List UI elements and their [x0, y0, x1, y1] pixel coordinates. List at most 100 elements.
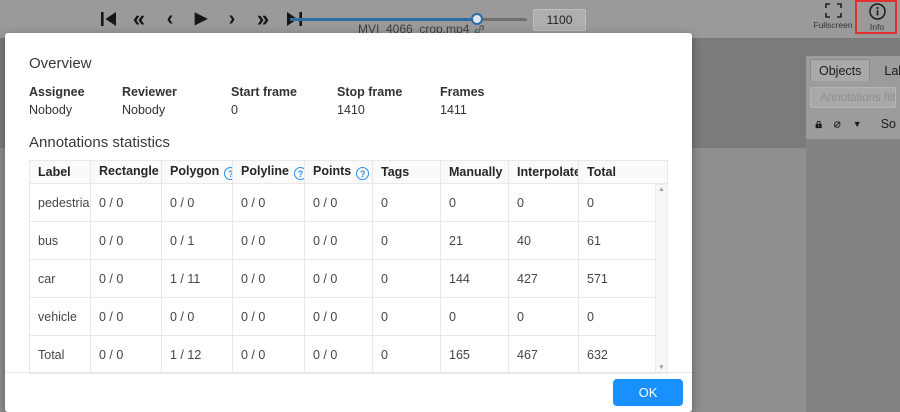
table-cell: 1 / 11: [161, 259, 233, 298]
ok-button[interactable]: OK: [613, 379, 683, 406]
table-cell: 0 / 0: [161, 297, 233, 336]
table-cell: 0 / 0: [161, 183, 233, 222]
overview-field: Start frame 0: [231, 85, 337, 117]
column-header-label: Rectangle: [99, 163, 159, 178]
next-frame-button[interactable]: ›: [222, 6, 242, 32]
overview-field: Frames 1411: [440, 85, 560, 117]
table-cell: 21: [440, 221, 509, 260]
slider-fill: [290, 18, 478, 21]
tab-labels[interactable]: Labels: [870, 60, 900, 81]
table-cell: 0: [440, 183, 509, 222]
table-cell: 0 / 0: [90, 297, 162, 336]
fullscreen-icon: [824, 3, 842, 18]
sidebar-toolbar: ▼ So: [810, 117, 896, 131]
objects-sidebar: Objects Labels Annotations filter ▼ So: [806, 38, 900, 412]
table-row: car 0 / 01 / 11 0 / 00 / 0 0 144 427 571: [29, 259, 668, 298]
table-cell: 0 / 0: [232, 183, 305, 222]
forward-jump-button[interactable]: »: [253, 6, 273, 32]
table-cell: 0: [372, 259, 441, 298]
table-cell: 0: [372, 221, 441, 260]
table-cell: car: [29, 259, 91, 298]
table-cell: 0: [508, 297, 579, 336]
column-header-label: Interpolated: [517, 165, 578, 179]
help-icon[interactable]: ?: [293, 167, 304, 181]
fullscreen-button[interactable]: Fullscreen: [810, 3, 856, 30]
column-header-label: Label: [38, 165, 71, 179]
stats-table-body: pedestrian0 / 00 / 00 / 00 / 00000bus0 /…: [29, 183, 668, 374]
table-cell: 0: [372, 183, 441, 222]
backward-jump-button[interactable]: «: [129, 6, 149, 32]
play-button[interactable]: ▶: [191, 6, 211, 32]
table-cell: 0 / 1: [161, 221, 233, 260]
overview-field: Assignee Nobody: [29, 85, 122, 117]
info-button[interactable]: Info: [854, 3, 900, 32]
sort-control[interactable]: So: [881, 117, 896, 131]
table-cell: 0 / 0: [304, 259, 373, 298]
field-value: Nobody: [122, 103, 166, 117]
backward-jump-icon: «: [132, 6, 146, 31]
field-value: 1410: [337, 103, 365, 117]
overview-title: Overview: [29, 55, 92, 72]
table-cell: 144: [440, 259, 509, 298]
field-value: 0: [231, 103, 238, 117]
table-scrollbar[interactable]: ▲ ▼: [655, 184, 668, 374]
field-label: Frames: [440, 85, 485, 99]
app-window: « ‹ ▶ › » MVI_4066_crop.mp4 Fullscreen I…: [0, 0, 900, 412]
table-cell: 0: [440, 297, 509, 336]
fullscreen-label: Fullscreen: [813, 20, 853, 30]
table-cell: 0: [508, 183, 579, 222]
table-cell: 0 / 0: [304, 183, 373, 222]
help-icon[interactable]: ?: [224, 167, 232, 181]
filter-placeholder: Annotations filter: [820, 91, 896, 104]
chevron-down-icon[interactable]: ▼: [853, 119, 862, 129]
objects-list-area: [806, 139, 900, 412]
field-label: Assignee: [29, 85, 85, 99]
table-cell: Total: [29, 335, 91, 374]
table-cell: 1 / 12: [161, 335, 233, 374]
field-value: 1411: [440, 103, 467, 117]
stats-title: Annotations statistics: [29, 134, 170, 151]
table-row: vehicle 0 / 00 / 00 / 00 / 00000: [29, 297, 668, 336]
table-row: pedestrian0 / 00 / 00 / 00 / 00000: [29, 183, 668, 222]
overview-fields: Assignee Nobody Reviewer Nobody Start frame 0…: [29, 85, 668, 117]
table-cell: 0: [372, 297, 441, 336]
scroll-up-icon[interactable]: ▲: [658, 186, 664, 194]
column-header: Polyline?: [232, 160, 305, 184]
column-header: Total: [578, 160, 668, 184]
lock-icon[interactable]: [815, 118, 822, 131]
modal-body: Overview Assignee Nobody Reviewer Nobody Sta…: [5, 33, 692, 374]
column-header-label: Polygon: [170, 163, 220, 178]
table-cell: 0 / 0: [304, 297, 373, 336]
column-header: Points?: [304, 160, 373, 184]
job-info-modal: Overview Assignee Nobody Reviewer Nobody Sta…: [5, 33, 692, 412]
table-cell: 40: [508, 221, 579, 260]
scroll-down-icon[interactable]: ▼: [658, 364, 664, 372]
annotations-filter-input[interactable]: Annotations filter: [810, 87, 896, 108]
overview-field: Stop frame 1410: [337, 85, 440, 117]
table-cell: 0: [372, 335, 441, 374]
first-frame-button[interactable]: [98, 6, 118, 32]
tab-objects[interactable]: Objects: [810, 59, 871, 81]
column-header-label: Polyline: [241, 163, 289, 178]
field-value: Nobody: [29, 103, 73, 117]
table-cell: 0 / 0: [232, 221, 305, 260]
table-cell: 467: [508, 335, 579, 374]
help-icon[interactable]: ?: [356, 167, 370, 181]
column-header: Manually: [440, 160, 509, 184]
frame-number-input[interactable]: [533, 9, 586, 31]
table-row: Total 0 / 01 / 12 0 / 00 / 0 0 165 467 632: [29, 335, 668, 374]
table-cell: 0 / 0: [232, 259, 305, 298]
stats-table-wrap: LabelRectangle?Polygon?Polyline?Points?T…: [29, 160, 668, 374]
sidebar-tabs: Objects Labels: [810, 56, 900, 81]
column-header: Rectangle?: [90, 160, 162, 184]
previous-frame-button[interactable]: ‹: [160, 6, 180, 32]
field-label: Start frame: [231, 85, 297, 99]
overview-field: Reviewer Nobody: [122, 85, 231, 117]
eye-off-icon[interactable]: [833, 118, 842, 131]
column-header-label: Manually: [449, 165, 503, 179]
table-cell: 0 / 0: [304, 221, 373, 260]
field-label: Reviewer: [122, 85, 177, 99]
column-header: Tags: [372, 160, 441, 184]
first-frame-icon: [100, 12, 116, 26]
table-cell: pedestrian: [29, 183, 91, 222]
